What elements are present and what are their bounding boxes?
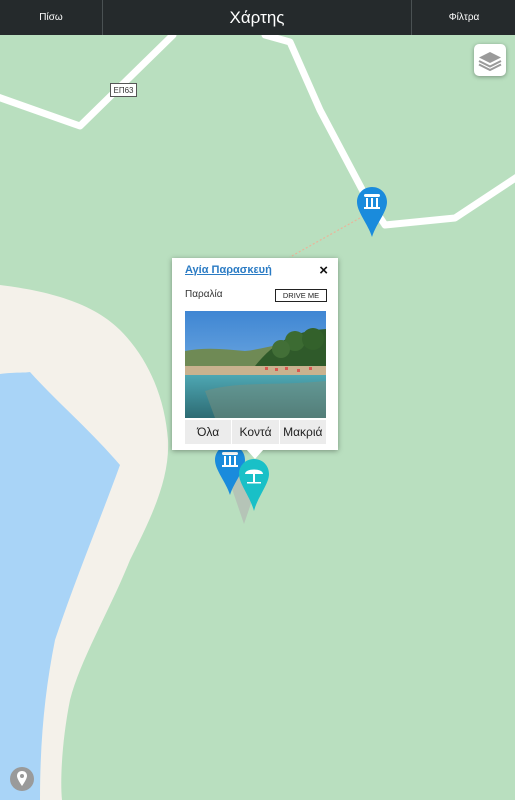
column-icon [364,194,380,209]
place-popup: Αγία Παρασκευή × Παραλία DRIVE ME Όλα Κο… [172,258,338,450]
drive-me-button[interactable]: DRIVE ME [275,289,327,302]
location-button[interactable] [10,767,34,791]
beach-marker[interactable] [238,458,270,512]
place-title-link[interactable]: Αγία Παρασκευή [185,264,272,276]
filters-button[interactable]: Φίλτρα [411,0,515,35]
page-title: Χάρτης [229,8,285,27]
beach-photo [185,311,326,418]
top-bar: Πίσω Χάρτης Φίλτρα [0,0,515,35]
place-photo[interactable] [185,311,326,418]
tab-far[interactable]: Μακριά [279,420,326,444]
tab-near[interactable]: Κοντά [232,420,280,444]
place-category: Παραλία [185,289,223,300]
layers-button[interactable] [474,44,506,76]
ancient-site-marker[interactable] [356,186,388,238]
close-icon[interactable]: × [319,262,328,279]
back-button[interactable]: Πίσω [0,0,103,35]
distance-tabs: Όλα Κοντά Μακριά [185,420,326,444]
layers-icon [478,52,502,72]
column-icon [222,452,238,467]
tab-all[interactable]: Όλα [185,420,233,444]
road-label: ΕΠ63 [110,83,137,97]
popup-pointer [246,449,264,459]
location-pin-icon [17,771,27,786]
